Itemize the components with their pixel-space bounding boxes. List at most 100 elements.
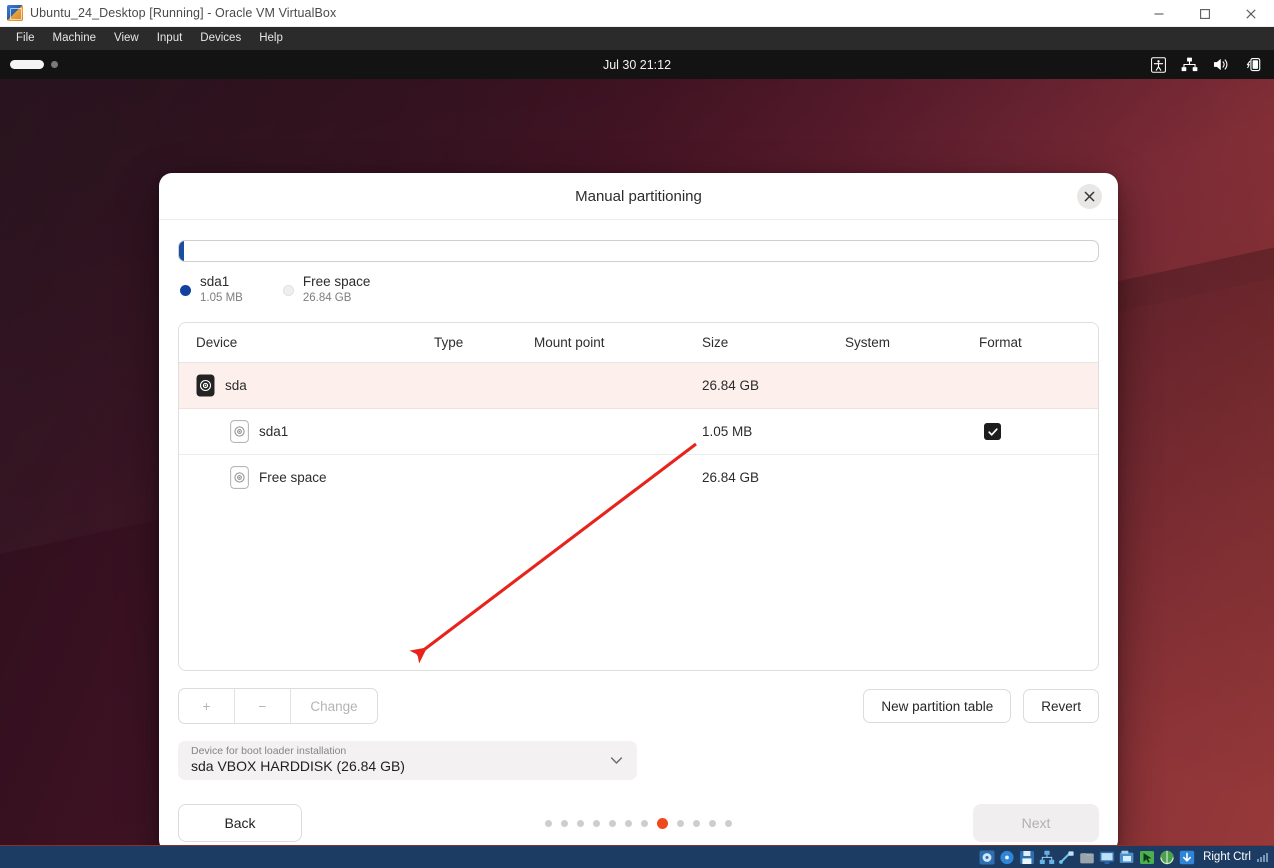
partition-edit-group: + − Change xyxy=(178,688,378,724)
bootloader-device-label: Device for boot loader installation xyxy=(191,745,347,757)
step-dot xyxy=(577,819,584,827)
partition-actions: + − Change New partition table Revert xyxy=(178,688,1099,724)
table-row[interactable]: sda 26.84 GB xyxy=(179,362,1098,409)
dialog-header: Manual partitioning xyxy=(159,173,1118,220)
floppy-status-icon[interactable] xyxy=(1019,850,1035,865)
menu-view[interactable]: View xyxy=(105,29,148,48)
hard-disk-status-icon[interactable] xyxy=(979,850,995,865)
step-dot xyxy=(545,819,552,827)
add-partition-button[interactable]: + xyxy=(179,689,235,723)
network-icon[interactable] xyxy=(1181,57,1198,72)
keyboard-status-icon[interactable] xyxy=(1159,850,1175,865)
mouse-status-icon[interactable] xyxy=(1139,850,1155,865)
size-cell: 1.05 MB xyxy=(702,408,845,455)
disk-usage-bar[interactable] xyxy=(178,240,1099,262)
dialog-body: sda1 1.05 MB Free space 26.84 GB Device … xyxy=(159,240,1118,842)
host-key-status-icon[interactable] xyxy=(1179,850,1195,865)
workspace-dot-icon xyxy=(51,61,58,68)
step-dot xyxy=(625,819,632,827)
back-button[interactable]: Back xyxy=(178,804,302,842)
device-cell: sda1 xyxy=(196,420,434,443)
column-header-format: Format xyxy=(979,323,1098,363)
vbox-status-bar: Right Ctrl xyxy=(0,845,1274,868)
mount-point-cell xyxy=(534,362,702,409)
column-header-device: Device xyxy=(179,323,434,363)
legend-item-free-space[interactable]: Free space 26.84 GB xyxy=(282,274,370,306)
host-key-label: Right Ctrl xyxy=(1203,851,1251,863)
device-name: sda1 xyxy=(259,424,289,439)
vbox-menubar: File Machine View Input Devices Help xyxy=(0,27,1274,50)
step-dot xyxy=(725,819,732,827)
column-header-size: Size xyxy=(702,323,845,363)
activities-button[interactable] xyxy=(10,60,58,69)
device-cell: sda xyxy=(196,374,434,397)
partitions-table: Device Type Mount point Size System Form… xyxy=(178,322,1099,671)
menu-input[interactable]: Input xyxy=(148,29,192,48)
step-dot xyxy=(677,819,684,827)
next-button[interactable]: Next xyxy=(973,804,1099,842)
step-dot xyxy=(593,819,600,827)
legend-name: sda1 xyxy=(200,274,230,289)
hard-disk-icon xyxy=(230,420,249,443)
activities-pill-icon xyxy=(10,60,44,69)
display-status-icon[interactable] xyxy=(1099,850,1115,865)
volume-icon[interactable] xyxy=(1213,57,1231,72)
maximize-icon[interactable] xyxy=(1182,0,1228,27)
accessibility-icon[interactable] xyxy=(1151,56,1166,73)
remove-partition-button[interactable]: − xyxy=(235,689,291,723)
battery-icon[interactable] xyxy=(1246,57,1262,72)
mount-point-cell xyxy=(534,455,702,501)
menu-file[interactable]: File xyxy=(7,29,44,48)
step-dot xyxy=(709,819,716,827)
menu-help[interactable]: Help xyxy=(250,29,292,48)
size-cell: 26.84 GB xyxy=(702,362,845,409)
new-partition-table-button[interactable]: New partition table xyxy=(863,689,1012,723)
usb-status-icon[interactable] xyxy=(1059,850,1075,865)
bootloader-device-select[interactable]: Device for boot loader installation sda … xyxy=(178,741,637,780)
device-cell: Free space xyxy=(196,466,434,489)
revert-button[interactable]: Revert xyxy=(1023,689,1099,723)
system-cell xyxy=(845,455,979,501)
change-partition-button[interactable]: Change xyxy=(291,689,377,723)
menu-machine[interactable]: Machine xyxy=(44,29,105,48)
resize-grip[interactable] xyxy=(1257,852,1268,862)
system-cell xyxy=(845,362,979,409)
menu-devices[interactable]: Devices xyxy=(191,29,250,48)
step-dot xyxy=(641,819,648,827)
close-icon[interactable] xyxy=(1077,184,1102,209)
step-dot-active xyxy=(657,817,668,829)
device-name: Free space xyxy=(259,470,327,485)
legend-size: 1.05 MB xyxy=(200,292,243,304)
close-icon[interactable] xyxy=(1228,0,1274,27)
hard-disk-icon xyxy=(196,374,215,397)
legend-dot-icon xyxy=(180,284,191,296)
type-cell xyxy=(434,362,534,409)
dialog-footer: Back Next xyxy=(178,804,1099,842)
table-row[interactable]: Free space 26.84 GB xyxy=(179,455,1098,501)
column-header-type: Type xyxy=(434,323,534,363)
recording-status-icon[interactable] xyxy=(1119,850,1135,865)
ubuntu-top-bar: Jul 30 21:12 xyxy=(0,50,1274,79)
legend-dot-icon xyxy=(282,284,294,296)
optical-disk-status-icon[interactable] xyxy=(999,850,1015,865)
minimize-icon[interactable] xyxy=(1136,0,1182,27)
legend-item-sda1[interactable]: sda1 1.05 MB xyxy=(180,274,243,306)
clock[interactable]: Jul 30 21:12 xyxy=(0,58,1274,72)
format-cell xyxy=(979,362,1098,409)
size-cell: 26.84 GB xyxy=(702,470,760,485)
bootloader-device-value: sda VBOX HARDDISK (26.84 GB) xyxy=(191,758,405,774)
shared-folder-status-icon[interactable] xyxy=(1079,850,1095,865)
system-tray xyxy=(1151,56,1262,73)
device-name: sda xyxy=(225,378,247,393)
chevron-down-icon xyxy=(609,753,624,773)
legend-size: 26.84 GB xyxy=(302,292,352,304)
partition-legend: sda1 1.05 MB Free space 26.84 GB xyxy=(178,274,1099,306)
table-row[interactable]: sda1 1.05 MB xyxy=(179,408,1098,455)
vbox-window-controls xyxy=(1136,0,1274,27)
vbox-titlebar: Ubuntu_24_Desktop [Running] - Oracle VM … xyxy=(0,0,1274,27)
hard-disk-icon xyxy=(230,466,249,489)
mount-point-cell xyxy=(534,408,702,455)
format-checkbox[interactable] xyxy=(984,423,1001,440)
step-dot xyxy=(693,819,700,827)
network-status-icon[interactable] xyxy=(1039,850,1055,865)
